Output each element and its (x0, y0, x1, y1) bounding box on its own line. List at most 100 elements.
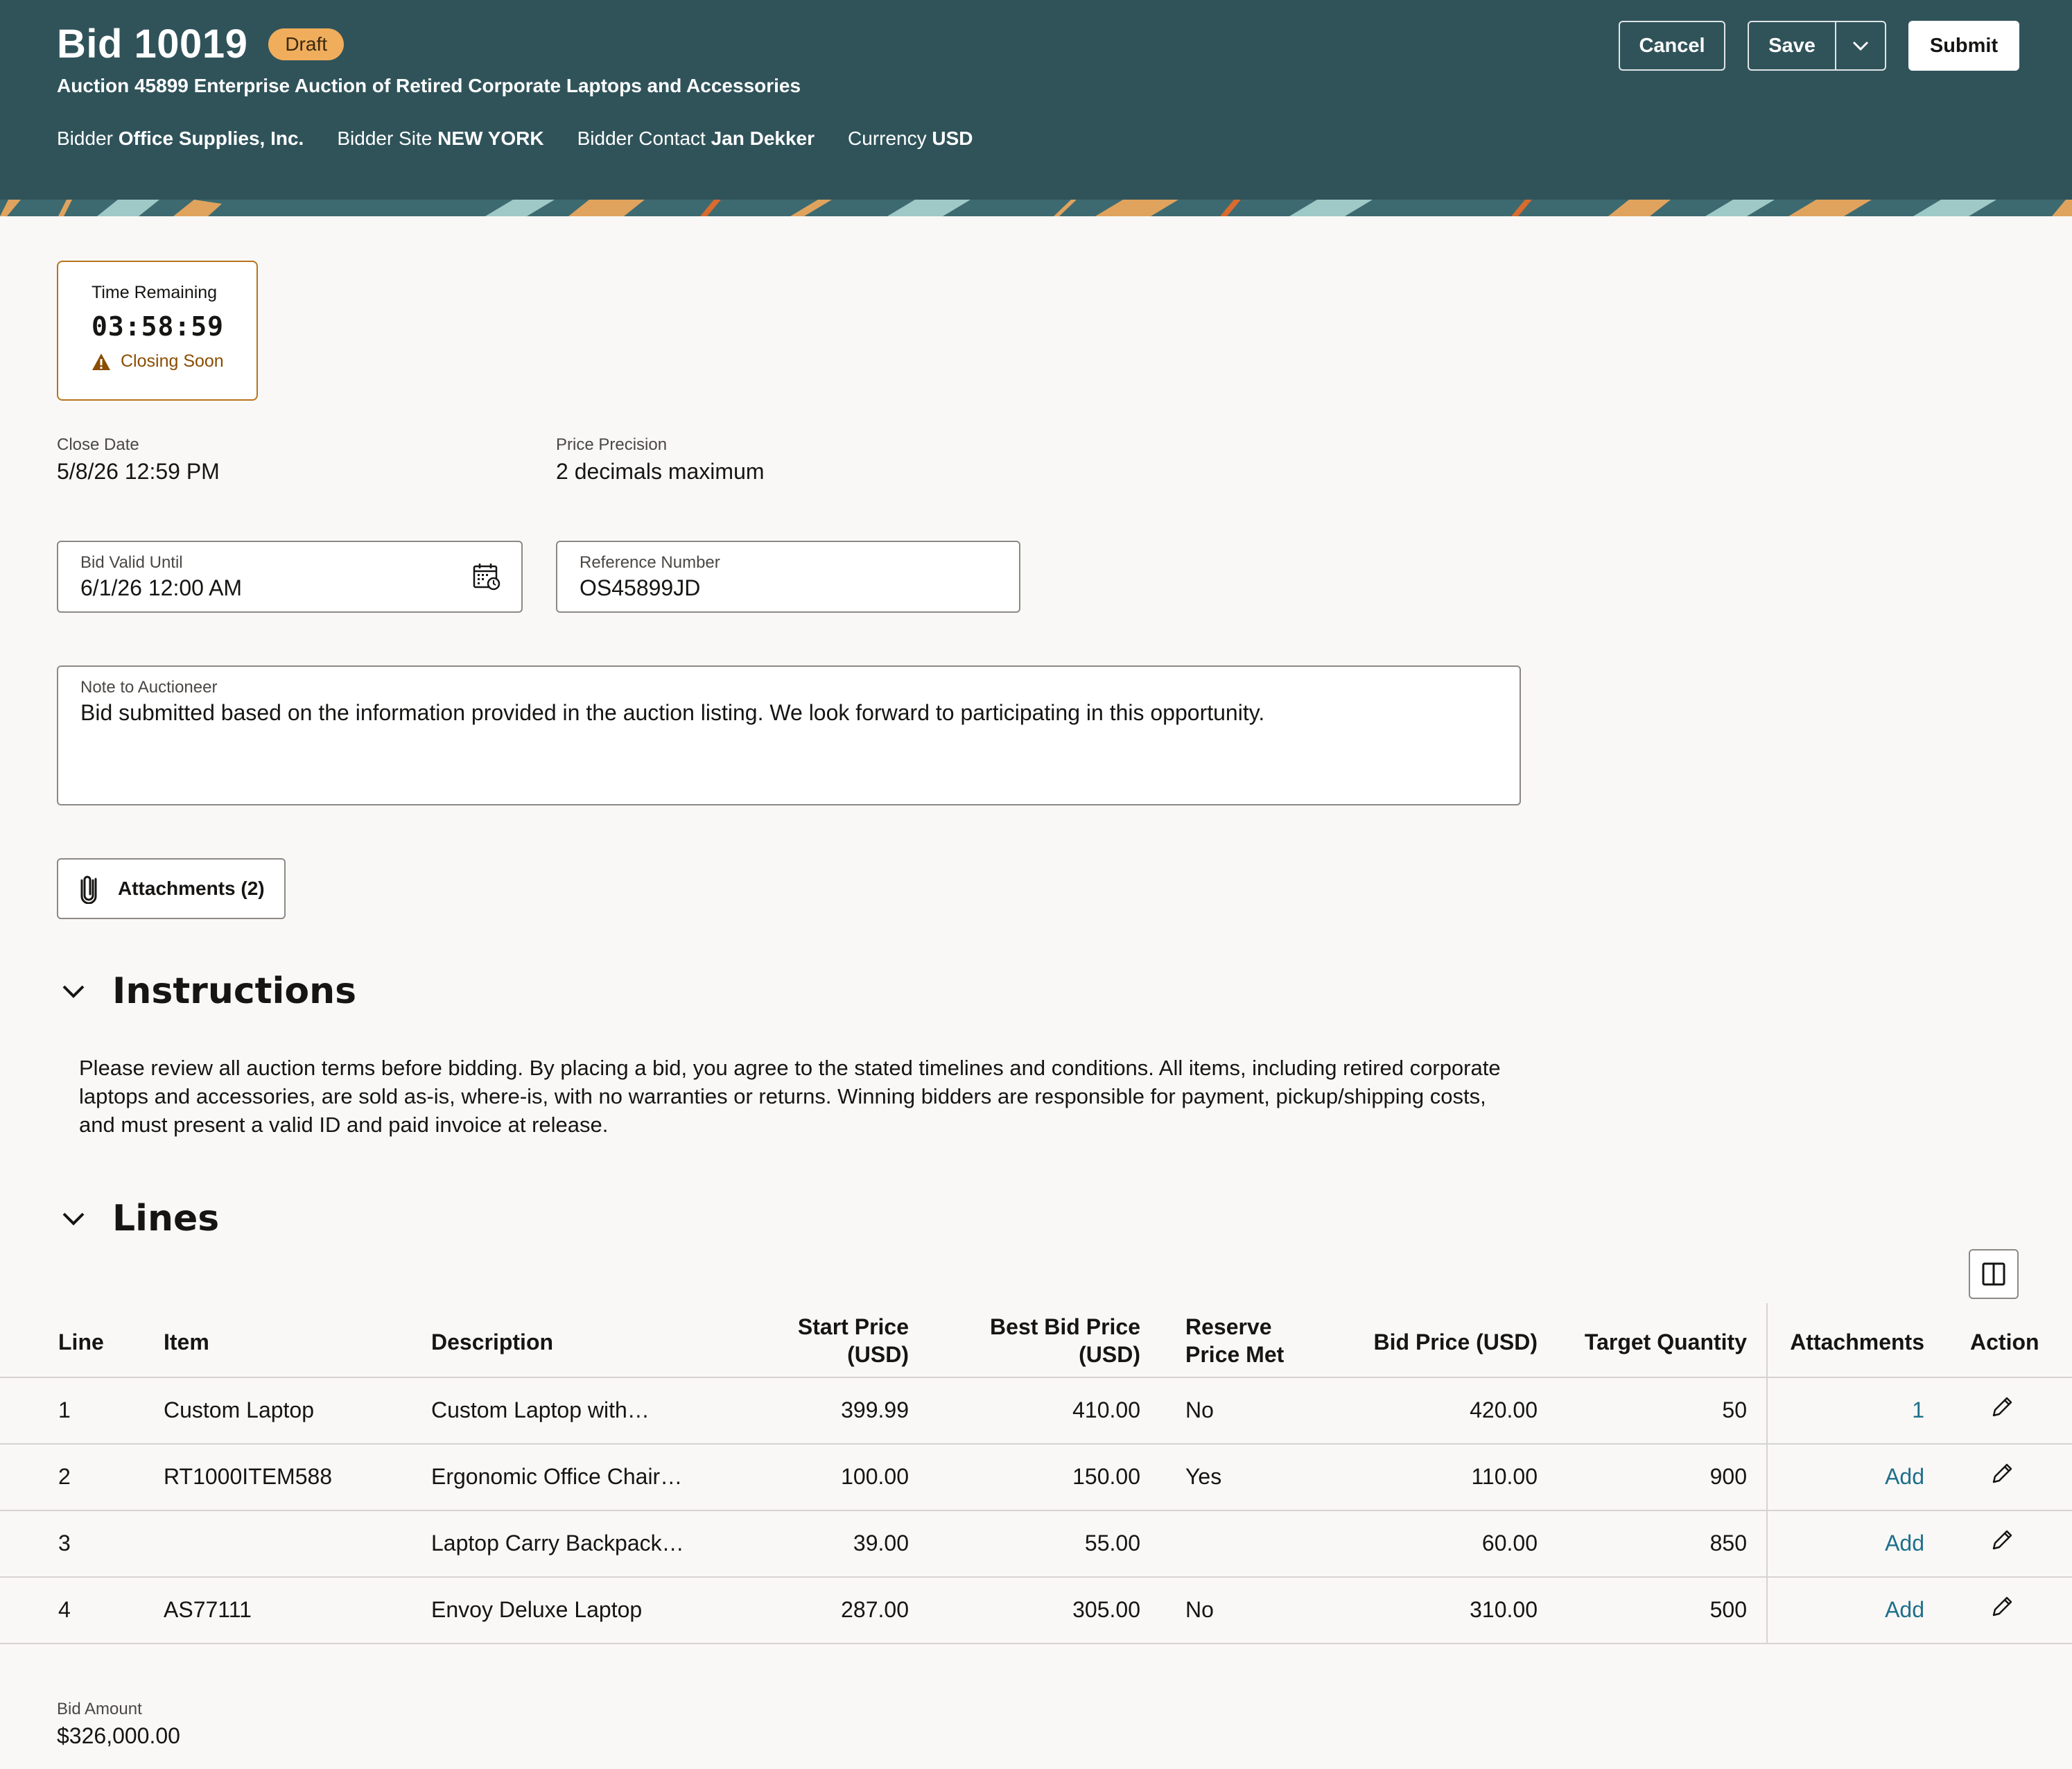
bidder-info: Bidder Office Supplies, Inc. (57, 128, 304, 150)
row-best-bid: 55.00 (1084, 1531, 1140, 1556)
bid-amount-field: Bid Amount $326,000.00 (57, 1700, 180, 1749)
table-row[interactable]: 1 Custom Laptop Custom Laptop with… 399.… (0, 1378, 2072, 1445)
pencil-icon (1992, 1463, 2012, 1483)
col-bid-price[interactable]: Bid Price (USD) (1374, 1328, 1538, 1356)
attachments-button-label: Attachments (2) (118, 878, 265, 899)
close-date-value: 5/8/26 12:59 PM (57, 459, 220, 484)
chevron-down-icon[interactable] (61, 984, 86, 999)
row-attachments-link[interactable]: 1 (1912, 1397, 1924, 1423)
col-reserve-price-met[interactable]: Reserve Price Met (1185, 1313, 1284, 1368)
save-button[interactable]: Save (1749, 22, 1836, 69)
row-reserve-met: No (1185, 1597, 1214, 1622)
row-best-bid: 410.00 (1072, 1397, 1140, 1422)
col-description[interactable]: Description (431, 1328, 553, 1356)
calendar-icon[interactable] (473, 563, 500, 591)
instructions-title: Instructions (112, 970, 357, 1012)
row-best-bid: 150.00 (1072, 1464, 1140, 1489)
contact-label: Bidder Contact (577, 128, 706, 149)
currency-value: USD (932, 128, 973, 149)
row-attachments-link[interactable]: Add (1885, 1464, 1924, 1490)
col-best-bid-price[interactable]: Best Bid Price (USD) (990, 1313, 1140, 1368)
bidder-label: Bidder (57, 128, 113, 149)
row-bid-price: 110.00 (1471, 1464, 1538, 1489)
bidder-meta: Bidder Office Supplies, Inc. Bidder Site… (57, 128, 1007, 150)
reference-number-input[interactable]: Reference Number OS45899JD (556, 541, 1020, 613)
table-row[interactable]: 3 Laptop Carry Backpack… 39.00 55.00 60.… (0, 1511, 2072, 1578)
bidder-contact-info: Bidder Contact Jan Dekker (577, 128, 815, 150)
pencil-icon (1992, 1596, 2012, 1617)
time-remaining-value: 03:58:59 (92, 311, 225, 342)
edit-line-button[interactable] (1990, 1594, 2014, 1625)
chevron-down-icon[interactable] (61, 1211, 86, 1226)
row-description: Laptop Carry Backpack… (431, 1531, 684, 1556)
row-reserve-met: Yes (1185, 1464, 1222, 1489)
time-remaining-label: Time Remaining (92, 283, 218, 302)
row-description: Custom Laptop with… (431, 1397, 650, 1422)
bidder-value: Office Supplies, Inc. (118, 128, 304, 149)
row-target-qty: 50 (1722, 1397, 1747, 1422)
row-attachments-link[interactable]: Add (1885, 1531, 1924, 1556)
attachments-button[interactable]: Attachments (2) (57, 858, 286, 919)
chevron-down-icon (1852, 41, 1869, 51)
decorative-banner (0, 200, 2072, 216)
row-start-price: 100.00 (841, 1464, 909, 1489)
paperclip-icon (80, 875, 97, 904)
row-reserve-met: No (1185, 1397, 1214, 1422)
instructions-text: Please review all auction terms before b… (79, 1056, 1501, 1137)
row-line: 4 (58, 1597, 71, 1622)
column-layout-button[interactable] (1969, 1249, 2019, 1299)
note-to-auctioneer-textarea[interactable]: Note to Auctioneer Bid submitted based o… (57, 665, 1521, 805)
contact-value: Jan Dekker (711, 128, 815, 149)
site-value: NEW YORK (437, 128, 544, 149)
close-date-field: Close Date 5/8/26 12:59 PM (57, 435, 220, 485)
col-target-quantity[interactable]: Target Quantity (1585, 1328, 1747, 1356)
row-attachments-link[interactable]: Add (1885, 1597, 1924, 1623)
bid-valid-until-value[interactable]: 6/1/26 12:00 AM (80, 575, 521, 601)
lines-header[interactable]: Lines (61, 1198, 219, 1239)
bidder-site-info: Bidder Site NEW YORK (337, 128, 543, 150)
banner-pattern-icon (0, 200, 2072, 216)
col-attachments[interactable]: Attachments (1790, 1328, 1924, 1356)
col-best-bid-line1: Best Bid Price (990, 1314, 1140, 1339)
row-item: AS77111 (164, 1597, 252, 1622)
row-start-price: 287.00 (841, 1597, 909, 1622)
save-menu-button[interactable] (1836, 22, 1885, 69)
page-header: Bid 10019 Draft Auction 45899 Enterprise… (0, 0, 2072, 200)
lines-title: Lines (112, 1198, 220, 1239)
note-to-auctioneer-label: Note to Auctioneer (80, 678, 218, 697)
reference-number-label: Reference Number (580, 553, 720, 572)
row-line: 3 (58, 1531, 71, 1556)
col-start-price-line2: (USD) (847, 1342, 909, 1367)
auction-subtitle: Auction 45899 Enterprise Auction of Reti… (57, 75, 801, 96)
cancel-button[interactable]: Cancel (1619, 21, 1725, 71)
column-divider (1766, 1303, 1768, 1643)
currency-label: Currency (848, 128, 927, 149)
bid-amount-label: Bid Amount (57, 1700, 142, 1718)
bid-valid-until-input[interactable]: Bid Valid Until 6/1/26 12:00 AM (57, 541, 523, 613)
edit-line-button[interactable] (1990, 1395, 2014, 1425)
edit-line-button[interactable] (1990, 1528, 2014, 1558)
row-start-price: 399.99 (841, 1397, 909, 1422)
edit-line-button[interactable] (1990, 1461, 2014, 1492)
reference-number-value[interactable]: OS45899JD (580, 575, 1019, 601)
row-bid-price: 310.00 (1470, 1597, 1538, 1622)
col-start-price[interactable]: Start Price (USD) (798, 1313, 909, 1368)
instructions-header[interactable]: Instructions (61, 970, 356, 1012)
row-target-qty: 500 (1709, 1597, 1747, 1622)
row-target-qty: 850 (1709, 1531, 1747, 1556)
row-line: 1 (58, 1397, 71, 1422)
col-item[interactable]: Item (164, 1328, 209, 1356)
lines-table: Line Item Description Start Price (USD) … (0, 1303, 2072, 1644)
price-precision-label: Price Precision (556, 435, 668, 454)
table-row[interactable]: 2 RT1000ITEM588 Ergonomic Office Chair… … (0, 1445, 2072, 1511)
note-to-auctioneer-value[interactable]: Bid submitted based on the information p… (80, 700, 1520, 726)
pencil-icon (1992, 1397, 2012, 1417)
submit-button[interactable]: Submit (1908, 21, 2019, 71)
bid-valid-until-label: Bid Valid Until (80, 553, 183, 572)
header-actions: Cancel Save Submit (1619, 21, 2019, 71)
closing-soon-status: Closing Soon (92, 351, 256, 372)
col-line[interactable]: Line (58, 1328, 104, 1356)
row-start-price: 39.00 (853, 1531, 909, 1556)
table-row[interactable]: 4 AS77111 Envoy Deluxe Laptop 287.00 305… (0, 1578, 2072, 1644)
row-bid-price: 60.00 (1481, 1531, 1538, 1556)
